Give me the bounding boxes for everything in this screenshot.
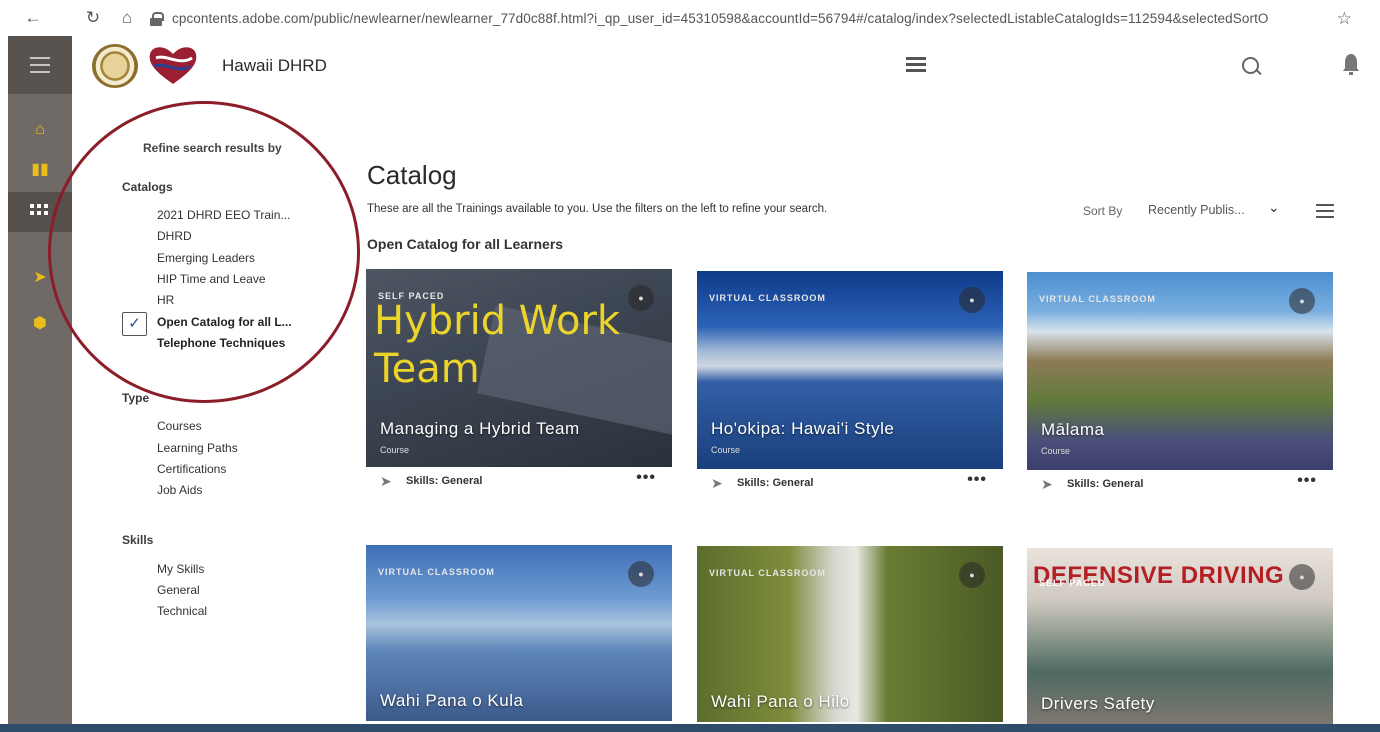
browser-toolbar: ← ↻ ⌂ cpcontents.adobe.com/public/newlea…: [0, 0, 1380, 36]
filter-type-item[interactable]: Job Aids: [157, 483, 202, 497]
send-icon: ➤: [1041, 476, 1053, 492]
card-skills: Skills: General: [406, 475, 483, 487]
filter-catalog-item[interactable]: 2021 DHRD EEO Train...: [157, 208, 290, 222]
bookmark-star-icon[interactable]: ☆: [1337, 9, 1352, 29]
notification-bell-icon[interactable]: [1342, 52, 1360, 76]
card-title[interactable]: Managing a Hybrid Team: [380, 419, 580, 439]
card-meta: ➤ Skills: General •••: [1027, 470, 1333, 498]
card-badge: ●: [628, 561, 654, 587]
card-skills: Skills: General: [737, 477, 814, 489]
card-title[interactable]: Mālama: [1041, 420, 1104, 440]
filter-catalog-item[interactable]: HR: [157, 293, 174, 307]
card-type: VIRTUAL CLASSROOM: [709, 568, 826, 578]
filter-type-item[interactable]: Courses: [157, 419, 202, 433]
page-description: These are all the Trainings available to…: [367, 203, 828, 215]
sort-label: Sort By: [1083, 204, 1123, 218]
rail-menu-button[interactable]: [8, 36, 72, 94]
card-type: SELF PACED: [1039, 578, 1106, 588]
refine-title: Refine search results by: [143, 141, 282, 155]
card-subtitle: Course: [1041, 446, 1071, 456]
more-options-icon[interactable]: •••: [1297, 472, 1317, 490]
chevron-down-icon[interactable]: ⌄: [1268, 199, 1280, 216]
send-icon: ➤: [711, 475, 723, 491]
card-type: VIRTUAL CLASSROOM: [378, 567, 495, 577]
badge-icon[interactable]: ⬢: [30, 314, 50, 334]
card-type: VIRTUAL CLASSROOM: [1039, 294, 1156, 304]
filter-catalog-item[interactable]: HIP Time and Leave: [157, 272, 266, 286]
filter-skill-item[interactable]: Technical: [157, 604, 207, 618]
brand-name: Hawaii DHRD: [222, 56, 327, 75]
card-badge: ●: [1289, 564, 1315, 590]
more-options-icon[interactable]: •••: [967, 471, 987, 489]
state-seal-logo: [92, 44, 138, 88]
card-subtitle: Course: [711, 445, 741, 455]
more-options-icon[interactable]: •••: [636, 469, 656, 487]
filter-type-item[interactable]: Certifications: [157, 462, 226, 476]
address-bar[interactable]: cpcontents.adobe.com/public/newlearner/n…: [172, 11, 1312, 26]
card-badge: ●: [1289, 288, 1315, 314]
card-image[interactable]: SELF PACED Hybrid Work Team ● Managing a …: [366, 269, 672, 467]
card-title[interactable]: Wahi Pana o Kula: [380, 691, 523, 711]
card-image[interactable]: VIRTUAL CLASSROOM ● Wahi Pana o Hilo: [697, 546, 1003, 722]
sort-dropdown[interactable]: Recently Publis...: [1148, 203, 1245, 217]
course-card[interactable]: VIRTUAL CLASSROOM ● Wahi Pana o Kula: [366, 545, 672, 721]
filter-catalog-item[interactable]: Telephone Techniques: [157, 336, 285, 350]
filter-heading-type: Type: [122, 391, 150, 405]
card-meta: ➤ Skills: General •••: [697, 469, 1003, 497]
card-title[interactable]: Drivers Safety: [1041, 694, 1155, 714]
header-menu-icon[interactable]: [906, 57, 926, 73]
card-image[interactable]: VIRTUAL CLASSROOM ● Mālama Course: [1027, 272, 1333, 470]
filter-heading-skills: Skills: [122, 533, 154, 547]
card-image[interactable]: DEFENSIVE DRIVING SELF PACED ● Drivers S…: [1027, 548, 1333, 724]
course-card[interactable]: VIRTUAL CLASSROOM ● Ho'okipa: Hawai'i St…: [697, 271, 1003, 497]
course-card[interactable]: SELF PACED Hybrid Work Team ● Managing a …: [366, 269, 672, 495]
card-badge: ●: [959, 287, 985, 313]
filter-skill-item[interactable]: My Skills: [157, 562, 204, 576]
send-icon[interactable]: ➤: [30, 268, 50, 288]
filter-heading-catalogs: Catalogs: [122, 180, 173, 194]
card-image[interactable]: VIRTUAL CLASSROOM ● Wahi Pana o Kula: [366, 545, 672, 721]
filter-catalog-item[interactable]: Emerging Leaders: [157, 251, 255, 265]
open-catalog-checkbox[interactable]: ✓: [122, 312, 147, 336]
card-type: VIRTUAL CLASSROOM: [709, 293, 826, 303]
card-title[interactable]: Ho'okipa: Hawai'i Style: [711, 419, 894, 439]
search-icon[interactable]: [1242, 57, 1262, 77]
course-card[interactable]: VIRTUAL CLASSROOM ● Wahi Pana o Hilo: [697, 546, 1003, 722]
card-image[interactable]: VIRTUAL CLASSROOM ● Ho'okipa: Hawai'i St…: [697, 271, 1003, 469]
page-title: Catalog: [367, 160, 457, 190]
heart-logo: [149, 47, 197, 84]
card-image-text: Hybrid Work Team: [374, 298, 621, 392]
section-title: Open Catalog for all Learners: [367, 236, 564, 252]
card-subtitle: Course: [380, 445, 410, 455]
card-badge: ●: [959, 562, 985, 588]
course-card[interactable]: VIRTUAL CLASSROOM ● Mālama Course ➤ Skil…: [1027, 272, 1333, 498]
filter-catalog-item-open[interactable]: Open Catalog for all L...: [157, 315, 292, 329]
card-meta: ➤ Skills: General •••: [366, 467, 672, 495]
course-card[interactable]: DEFENSIVE DRIVING SELF PACED ● Drivers S…: [1027, 548, 1333, 724]
home-icon[interactable]: ⌂: [114, 8, 140, 28]
card-skills: Skills: General: [1067, 478, 1144, 490]
book-icon[interactable]: ▮▮: [30, 160, 50, 180]
lock-icon: [150, 11, 164, 26]
send-icon: ➤: [380, 473, 392, 489]
card-title[interactable]: Wahi Pana o Hilo: [711, 692, 850, 712]
grid-icon[interactable]: [30, 204, 48, 218]
left-rail: ⌂ ▮▮ ➤ ⬢: [8, 36, 72, 732]
back-arrow-icon[interactable]: ←: [20, 8, 46, 28]
home-icon[interactable]: ⌂: [30, 120, 50, 140]
filter-catalog-item[interactable]: DHRD: [157, 229, 192, 243]
reload-icon[interactable]: ↻: [80, 8, 106, 28]
list-view-icon[interactable]: [1316, 204, 1334, 218]
card-badge: ●: [628, 285, 654, 311]
filter-type-item[interactable]: Learning Paths: [157, 441, 238, 455]
filter-skill-item[interactable]: General: [157, 583, 200, 597]
bottom-strip: [0, 724, 1380, 732]
